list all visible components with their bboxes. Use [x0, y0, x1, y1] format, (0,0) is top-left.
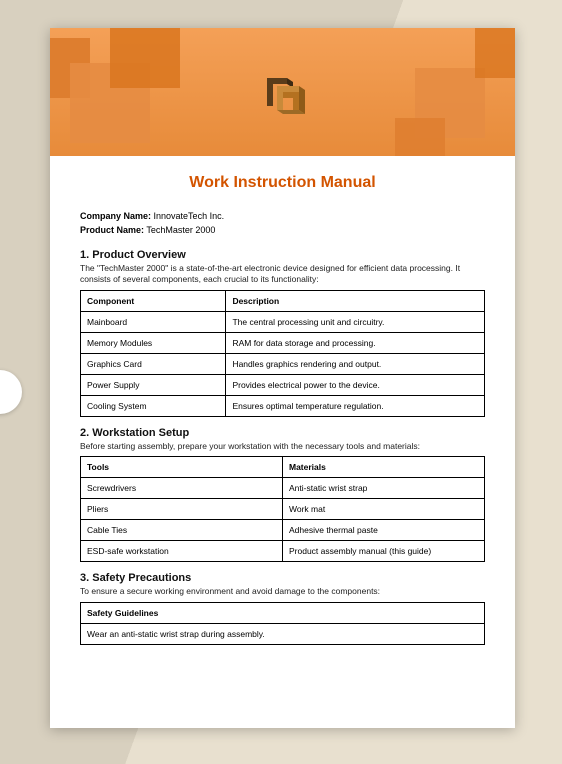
- table-row: Memory ModulesRAM for data storage and p…: [81, 332, 485, 353]
- section2-intro: Before starting assembly, prepare your w…: [80, 441, 485, 452]
- table-row: ESD-safe workstationProduct assembly man…: [81, 541, 485, 562]
- header-square: [395, 118, 445, 156]
- header-square: [110, 28, 180, 88]
- company-label: Company Name:: [80, 211, 151, 221]
- table-header: Safety Guidelines: [81, 602, 485, 623]
- section1-intro: The "TechMaster 2000" is a state-of-the-…: [80, 263, 485, 286]
- table-header: Tools: [81, 457, 283, 478]
- section1-heading: 1. Product Overview: [80, 249, 485, 261]
- table-row: PliersWork mat: [81, 499, 485, 520]
- table-row: Power SupplyProvides electrical power to…: [81, 374, 485, 395]
- table-row: Wear an anti-static wrist strap during a…: [81, 623, 485, 644]
- company-value: InnovateTech Inc.: [154, 211, 225, 221]
- components-table: Component Description MainboardThe centr…: [80, 290, 485, 417]
- table-header: Description: [226, 290, 485, 311]
- header-square: [475, 28, 515, 78]
- table-row: Graphics CardHandles graphics rendering …: [81, 353, 485, 374]
- document-page: Work Instruction Manual Company Name: In…: [50, 28, 515, 728]
- table-row: Cable TiesAdhesive thermal paste: [81, 520, 485, 541]
- meta-block: Company Name: InnovateTech Inc. Product …: [80, 210, 485, 237]
- side-bubble: [0, 370, 22, 414]
- section2-heading: 2. Workstation Setup: [80, 427, 485, 439]
- table-row: ScrewdriversAnti-static wrist strap: [81, 478, 485, 499]
- product-value: TechMaster 2000: [146, 225, 215, 235]
- logo-icon: [257, 70, 309, 123]
- table-header: Component: [81, 290, 226, 311]
- document-content: Work Instruction Manual Company Name: In…: [50, 156, 515, 675]
- safety-table: Safety Guidelines Wear an anti-static wr…: [80, 602, 485, 645]
- workstation-table: Tools Materials ScrewdriversAnti-static …: [80, 456, 485, 562]
- table-row: Cooling SystemEnsures optimal temperatur…: [81, 395, 485, 416]
- table-header: Materials: [283, 457, 485, 478]
- document-title: Work Instruction Manual: [80, 174, 485, 192]
- header-band: [50, 28, 515, 156]
- section3-intro: To ensure a secure working environment a…: [80, 586, 485, 597]
- section3-heading: 3. Safety Precautions: [80, 572, 485, 584]
- product-label: Product Name:: [80, 225, 144, 235]
- table-row: MainboardThe central processing unit and…: [81, 311, 485, 332]
